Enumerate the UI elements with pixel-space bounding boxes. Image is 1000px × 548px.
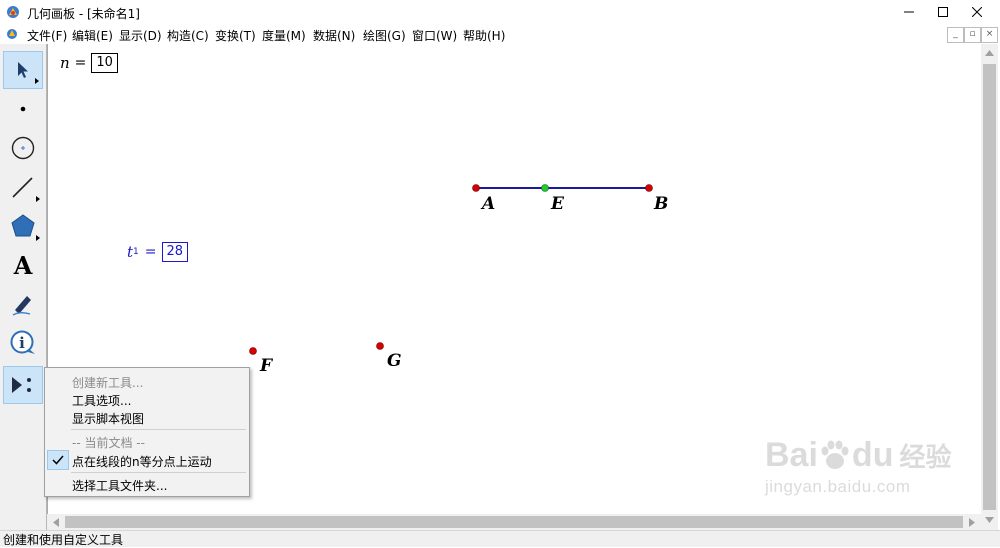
baidu-watermark: Bai du 经验 jingyan.baidu.com xyxy=(765,436,995,526)
menu-measure[interactable]: 度量(M) xyxy=(262,27,306,44)
custom-tool[interactable] xyxy=(3,366,43,404)
menu-create-new-tool: 创建新工具... xyxy=(72,376,144,390)
scroll-up-icon[interactable] xyxy=(985,50,994,56)
point-f[interactable] xyxy=(249,347,257,355)
dot-icon xyxy=(20,106,26,112)
point-a[interactable] xyxy=(472,184,480,192)
watermark-brand-2: du xyxy=(851,436,894,474)
point-tool[interactable] xyxy=(3,90,43,128)
info-icon: i xyxy=(10,330,35,354)
menu-graph[interactable]: 绘图(G) xyxy=(363,27,406,44)
checkmark-icon xyxy=(52,455,64,465)
pen-icon xyxy=(12,296,31,316)
menu-tool-options[interactable]: 工具选项... xyxy=(72,392,131,409)
menu-choose-tool-folder[interactable]: 选择工具文件夹... xyxy=(72,477,167,494)
point-e[interactable] xyxy=(541,184,549,192)
menu-current-document-header: -- 当前文档 -- xyxy=(72,436,145,450)
doc-close-button[interactable]: × xyxy=(981,27,998,43)
doc-minimize-button[interactable]: _ xyxy=(947,27,964,43)
toolbox: A i xyxy=(0,44,47,530)
polygon-tool[interactable] xyxy=(3,207,43,245)
menu-separator xyxy=(71,472,246,473)
label-f[interactable]: F xyxy=(260,356,272,376)
doc-restore-button[interactable]: ▫ xyxy=(964,27,981,43)
maximize-icon xyxy=(938,7,948,17)
marker-tool[interactable] xyxy=(3,285,43,323)
menu-custom-tool-point-on-segment[interactable]: 点在线段的n等分点上运动 xyxy=(72,453,212,470)
submenu-arrow-icon xyxy=(35,78,39,84)
menu-separator xyxy=(71,429,246,430)
menu-bar: 文件(F) 编辑(E) 显示(D) 构造(C) 变换(T) 度量(M) 数据(N… xyxy=(0,24,1000,44)
close-button[interactable] xyxy=(954,0,1000,24)
checkmark-box xyxy=(47,450,69,470)
label-a[interactable]: A xyxy=(482,194,495,214)
compass-tool[interactable] xyxy=(3,129,43,167)
title-bar: 几何画板 - [未命名1] xyxy=(0,0,1000,24)
menu-construct[interactable]: 构造(C) xyxy=(167,27,209,44)
arrow-select-tool[interactable] xyxy=(3,51,43,89)
menu-transform[interactable]: 变换(T) xyxy=(215,27,256,44)
svg-text:i: i xyxy=(19,334,25,352)
menu-help[interactable]: 帮助(H) xyxy=(463,27,505,44)
label-g[interactable]: G xyxy=(387,351,402,371)
menu-display[interactable]: 显示(D) xyxy=(119,27,162,44)
geometer-sketchpad-icon xyxy=(7,6,19,18)
menu-edit[interactable]: 编辑(E) xyxy=(72,27,113,44)
submenu-arrow-icon xyxy=(36,196,40,202)
label-b[interactable]: B xyxy=(654,194,668,214)
straightedge-tool[interactable] xyxy=(3,168,43,206)
paw-icon xyxy=(821,440,849,469)
window-title: 几何画板 - [未命名1] xyxy=(27,7,140,21)
custom-tool-icon xyxy=(12,377,31,393)
menu-file[interactable]: 文件(F) xyxy=(27,27,67,44)
close-icon xyxy=(972,7,982,17)
text-tool[interactable]: A xyxy=(3,246,43,284)
custom-tool-menu: 创建新工具... 工具选项... 显示脚本视图 -- 当前文档 -- 点在线段的… xyxy=(44,367,250,497)
watermark-cn: 经验 xyxy=(899,442,952,472)
watermark-url: jingyan.baidu.com xyxy=(765,477,911,496)
circle-icon xyxy=(11,136,35,160)
information-tool[interactable]: i xyxy=(3,324,43,362)
watermark-brand: Bai xyxy=(765,436,818,474)
point-g[interactable] xyxy=(376,342,384,350)
pointer-arrow-icon xyxy=(18,62,28,78)
menu-data[interactable]: 数据(N) xyxy=(313,27,355,44)
line-icon xyxy=(12,177,33,198)
status-text: 创建和使用自定义工具 xyxy=(3,533,124,547)
submenu-arrow-icon xyxy=(36,235,40,241)
letter-a-icon: A xyxy=(13,250,33,280)
label-e[interactable]: E xyxy=(551,194,564,214)
scroll-left-icon[interactable] xyxy=(53,518,59,527)
minimize-icon xyxy=(904,11,914,13)
pentagon-icon xyxy=(11,214,35,237)
menu-window[interactable]: 窗口(W) xyxy=(412,27,457,44)
menu-show-script-view[interactable]: 显示脚本视图 xyxy=(72,410,144,427)
point-b[interactable] xyxy=(645,184,653,192)
status-bar: 创建和使用自定义工具 xyxy=(0,530,1000,547)
document-icon[interactable] xyxy=(6,28,18,40)
